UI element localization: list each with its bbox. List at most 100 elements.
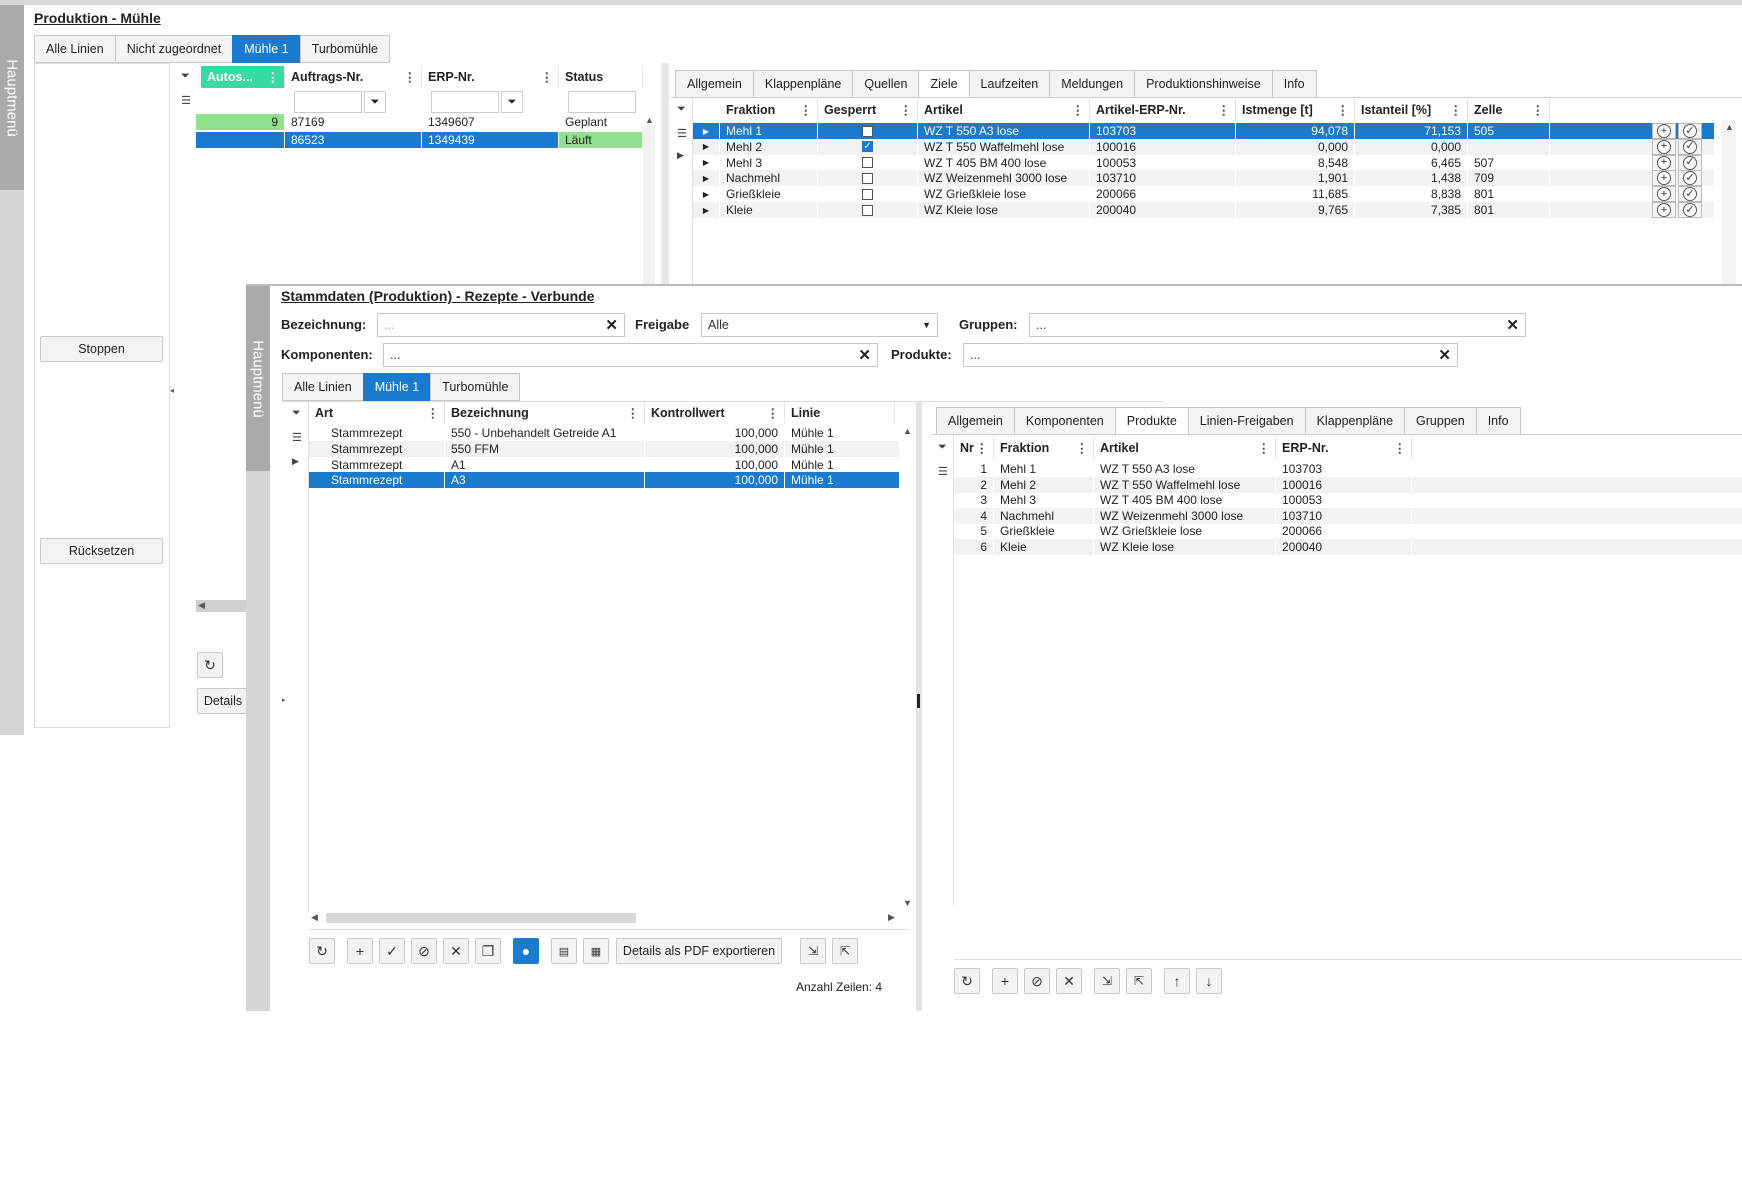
scroll-left-icon[interactable]: ◀	[311, 912, 318, 923]
clear-icon[interactable]: ✕	[858, 346, 871, 364]
gesperrt-checkbox[interactable]	[862, 157, 873, 169]
col-linie[interactable]: Linie	[785, 402, 895, 424]
tab-muehle-1[interactable]: Mühle 1	[232, 35, 300, 63]
eye-icon[interactable]: ●	[513, 938, 539, 964]
gruppen-input[interactable]: ... ✕	[1029, 313, 1526, 337]
col-gesperrt[interactable]: Gesperrt ⋮	[818, 99, 918, 121]
table-row[interactable]: Stammrezept 550 FFM 100,000 Mühle 1	[309, 440, 900, 457]
add-row-button[interactable]: +	[1652, 202, 1676, 218]
expand-arrow-icon[interactable]: ▶	[677, 150, 684, 161]
tab-alle-linien[interactable]: Alle Linien	[34, 35, 115, 63]
expand-arrow-icon[interactable]: ▶	[292, 456, 299, 467]
add-row-button[interactable]: +	[1652, 138, 1676, 155]
scroll-up-icon[interactable]: ▲	[903, 426, 912, 436]
tab-info[interactable]: Info	[1271, 70, 1317, 98]
add-button[interactable]: +	[992, 968, 1018, 994]
scroll-down-icon[interactable]: ▼	[903, 898, 912, 908]
tab-gruppen[interactable]: Gruppen	[1404, 407, 1476, 435]
tab-komponenten[interactable]: Komponenten	[1013, 407, 1115, 435]
clear-icon[interactable]: ✕	[605, 316, 618, 334]
tab-laufzeiten[interactable]: Laufzeiten	[968, 70, 1050, 98]
refresh-button[interactable]: ↻	[197, 652, 223, 678]
add-row-button[interactable]: +	[1652, 186, 1676, 203]
freigabe-select[interactable]: Alle ▼	[701, 313, 938, 337]
refresh-button[interactable]: ↻	[954, 968, 980, 994]
block-button[interactable]: ⊘	[1024, 968, 1050, 994]
tab-klappenplaene[interactable]: Klappenpläne	[1304, 407, 1405, 435]
table-row[interactable]: 2 Mehl 2 WZ T 550 Waffelmehl lose 100016	[954, 476, 1742, 493]
table-row[interactable]: ▶ Kleie WZ Kleie lose 200040 9,765 7,385 801 + ✓	[693, 202, 1715, 218]
targets-vscroll[interactable]	[1722, 120, 1736, 285]
gesperrt-checkbox[interactable]: ✓	[862, 141, 873, 153]
tab-allgemein[interactable]: Allgemein	[675, 70, 753, 98]
produkte-input[interactable]: ... ✕	[963, 343, 1458, 367]
table-row[interactable]: ▶ Grießkleie WZ Grießkleie lose 200066 11,68…	[693, 186, 1715, 203]
table-row[interactable]: Stammrezept A1 100,000 Mühle 1	[309, 456, 900, 473]
auftrag-filter-input[interactable]	[294, 91, 362, 113]
recipes-hscroll-thumb[interactable]	[326, 913, 636, 923]
open-external-button[interactable]: ⇱	[832, 938, 858, 964]
reset-button[interactable]: Rücksetzen	[40, 538, 163, 564]
col-zelle[interactable]: Zelle ⋮	[1468, 99, 1550, 121]
table-row[interactable]: 3 Mehl 3 WZ T 405 BM 400 lose 100053	[954, 492, 1742, 509]
col-fraktion[interactable]: Fraktion ⋮	[994, 437, 1094, 459]
delete-button[interactable]: ✕	[1056, 968, 1082, 994]
col-artikel-erp[interactable]: Artikel-ERP-Nr. ⋮	[1090, 99, 1236, 121]
excel-icon[interactable]: ▦	[583, 938, 609, 964]
table-row[interactable]: 4 Nachmehl WZ Weizenmehl 3000 lose 103710	[954, 507, 1742, 524]
pdf-icon[interactable]: ▤	[551, 938, 577, 964]
auftrag-filter-icon[interactable]: ⏷	[364, 91, 386, 113]
tab-produktionshinweise[interactable]: Produktionshinweise	[1134, 70, 1272, 98]
col-artikel[interactable]: Artikel ⋮	[1094, 437, 1276, 459]
filter-icon[interactable]: ⏷	[938, 441, 947, 454]
scroll-up-icon[interactable]: ▲	[1725, 122, 1734, 132]
tab-turbomuehle[interactable]: Turbomühle	[299, 35, 390, 63]
confirm-button[interactable]: ✓	[379, 938, 405, 964]
check-row-button[interactable]: ✓	[1678, 154, 1702, 171]
filter-icon[interactable]: ⏷	[677, 103, 686, 116]
main-menu-tab[interactable]: Hauptmenü	[246, 286, 270, 471]
table-row[interactable]: 9 87169 1349607 Geplant	[196, 114, 643, 130]
scroll-right-icon[interactable]: ▶	[888, 912, 895, 923]
col-art[interactable]: Art ⋮	[309, 402, 445, 424]
expand-row-icon[interactable]: ▶	[693, 186, 720, 203]
clear-icon[interactable]: ✕	[1438, 346, 1451, 364]
expand-row-icon[interactable]: ▶	[693, 154, 720, 171]
erp-filter-input[interactable]	[431, 91, 499, 113]
scroll-up-icon[interactable]: ▲	[645, 115, 654, 125]
details-button[interactable]: Details	[197, 688, 249, 714]
table-row[interactable]: ▶ Nachmehl WZ Weizenmehl 3000 lose 103710 1,…	[693, 170, 1715, 187]
export-pdf-button[interactable]: Details als PDF exportieren	[616, 938, 782, 964]
col-autos[interactable]: Autos... ⋮	[201, 66, 285, 88]
gesperrt-checkbox[interactable]	[862, 188, 873, 200]
add-row-button[interactable]: +	[1652, 123, 1676, 139]
check-row-button[interactable]: ✓	[1678, 186, 1702, 203]
table-row[interactable]: Stammrezept 550 - Unbehandelt Getreide A1…	[309, 425, 900, 441]
stop-button[interactable]: Stoppen	[40, 336, 163, 362]
move-down-button[interactable]: ↓	[1196, 968, 1222, 994]
pane-divider[interactable]	[661, 63, 669, 285]
clear-icon[interactable]: ✕	[1506, 316, 1519, 334]
col-istmenge[interactable]: Istmenge [t] ⋮	[1236, 99, 1355, 121]
tab-meldungen[interactable]: Meldungen	[1049, 70, 1135, 98]
col-status[interactable]: Status	[559, 66, 643, 88]
refresh-button[interactable]: ↻	[309, 938, 335, 964]
erp-filter-icon[interactable]: ⏷	[501, 91, 523, 113]
delete-button[interactable]: ✕	[443, 938, 469, 964]
orders-vscroll[interactable]	[643, 126, 655, 286]
sort-icon[interactable]: ☰	[938, 465, 948, 478]
sort-icon[interactable]: ☰	[292, 431, 302, 444]
scroll-left-icon[interactable]: ◀	[198, 600, 205, 611]
splitter-grip-icon[interactable]	[917, 694, 920, 708]
tab-nicht-zugeordnet[interactable]: Nicht zugeordnet	[114, 35, 233, 63]
tab-allgemein[interactable]: Allgemein	[936, 407, 1014, 435]
tab-produkte[interactable]: Produkte	[1114, 407, 1188, 435]
expand-row-icon[interactable]: ▶	[693, 138, 720, 155]
table-row[interactable]: ▶ Mehl 1 WZ T 550 A3 lose 103703 94,078 71,15…	[693, 123, 1715, 139]
add-button[interactable]: +	[347, 938, 373, 964]
table-row[interactable]: 86523 1349439 Läuft	[196, 132, 643, 148]
filter-icon[interactable]: ⏷	[292, 407, 301, 420]
filter-icon[interactable]: ⏷	[181, 70, 190, 83]
col-nr[interactable]: Nr ⋮	[954, 437, 994, 459]
sort-icon[interactable]: ☰	[677, 127, 687, 140]
